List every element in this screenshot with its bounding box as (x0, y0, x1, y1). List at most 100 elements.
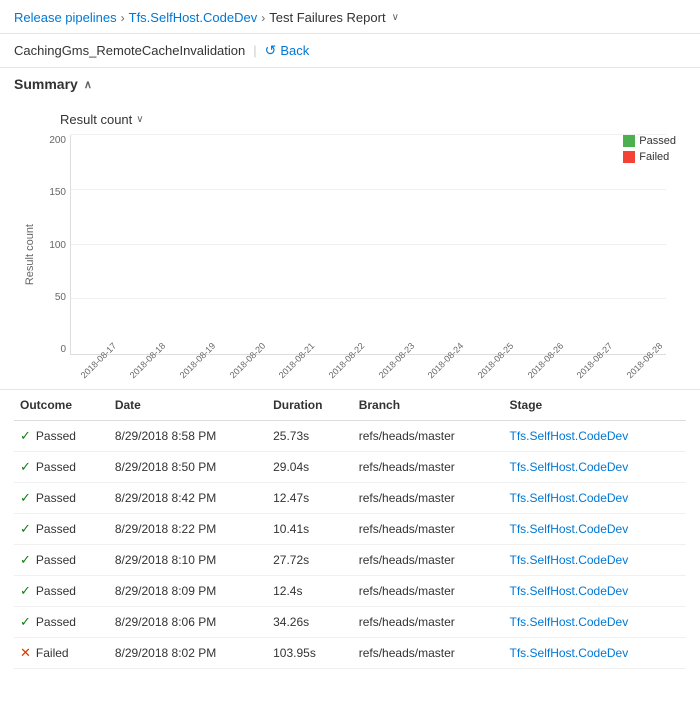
chart-container: Result count ∨ Result count Passed Faile… (14, 102, 686, 385)
cell-date-3: 8/29/2018 8:22 PM (109, 514, 267, 545)
chart-title-label: Result count (60, 112, 132, 127)
cell-outcome-4: ✓ Passed (14, 545, 109, 576)
cell-branch-3: refs/heads/master (353, 514, 504, 545)
chart-title-dropdown-icon[interactable]: ∨ (136, 114, 143, 125)
chart-wrapper: Result count Passed Failed 0 50 (24, 135, 676, 375)
col-branch: Branch (353, 390, 504, 421)
pass-icon: ✓ (20, 459, 31, 475)
chart-title[interactable]: Result count ∨ (60, 112, 676, 127)
top-bar: Release pipelines › Tfs.SelfHost.CodeDev… (0, 0, 700, 34)
chevron-up-icon: ∧ (84, 78, 92, 91)
cell-stage-6[interactable]: Tfs.SelfHost.CodeDev (504, 607, 686, 638)
y-tick-200: 200 (49, 135, 66, 146)
pass-icon: ✓ (20, 614, 31, 630)
cell-outcome-7: ✕ Failed (14, 638, 109, 669)
cell-outcome-3: ✓ Passed (14, 514, 109, 545)
cell-branch-6: refs/heads/master (353, 607, 504, 638)
cell-branch-0: refs/heads/master (353, 421, 504, 452)
table-row: ✓ Passed 8/29/2018 8:58 PM25.73srefs/heads… (14, 421, 686, 452)
cell-outcome-1: ✓ Passed (14, 452, 109, 483)
cell-branch-2: refs/heads/master (353, 483, 504, 514)
table-row: ✓ Passed 8/29/2018 8:22 PM10.41srefs/heads… (14, 514, 686, 545)
outcome-label-4: Passed (36, 553, 76, 567)
breadcrumb-part2[interactable]: Tfs.SelfHost.CodeDev (129, 10, 258, 25)
x-labels: 2018-08-172018-08-182018-08-192018-08-20… (70, 355, 666, 375)
cell-duration-4: 27.72s (267, 545, 353, 576)
cell-stage-5[interactable]: Tfs.SelfHost.CodeDev (504, 576, 686, 607)
table-row: ✓ Passed 8/29/2018 8:06 PM34.26srefs/heads… (14, 607, 686, 638)
table-row: ✓ Passed 8/29/2018 8:09 PM12.4srefs/heads/… (14, 576, 686, 607)
cell-outcome-2: ✓ Passed (14, 483, 109, 514)
summary-section: Summary ∧ Result count ∨ Result count Pa… (0, 68, 700, 390)
results-table: Outcome Date Duration Branch Stage ✓ Pass… (14, 390, 686, 669)
summary-label: Summary (14, 76, 78, 92)
col-date: Date (109, 390, 267, 421)
fail-icon: ✕ (20, 645, 31, 661)
table-header-row: Outcome Date Duration Branch Stage (14, 390, 686, 421)
y-tick-0: 0 (60, 344, 66, 355)
outcome-label-5: Passed (36, 584, 76, 598)
pass-icon: ✓ (20, 583, 31, 599)
cell-duration-5: 12.4s (267, 576, 353, 607)
cell-date-5: 8/29/2018 8:09 PM (109, 576, 267, 607)
pass-icon: ✓ (20, 552, 31, 568)
cell-outcome-0: ✓ Passed (14, 421, 109, 452)
cell-date-2: 8/29/2018 8:42 PM (109, 483, 267, 514)
y-tick-150: 150 (49, 187, 66, 198)
cell-duration-0: 25.73s (267, 421, 353, 452)
cell-branch-5: refs/heads/master (353, 576, 504, 607)
cell-duration-1: 29.04s (267, 452, 353, 483)
cell-duration-6: 34.26s (267, 607, 353, 638)
breadcrumb-dropdown-icon[interactable]: ∨ (392, 12, 399, 23)
outcome-label-1: Passed (36, 460, 76, 474)
bars-container (75, 135, 662, 354)
pass-icon: ✓ (20, 521, 31, 537)
pass-icon: ✓ (20, 490, 31, 506)
pipeline-name: CachingGms_RemoteCacheInvalidation (14, 43, 245, 58)
col-outcome: Outcome (14, 390, 109, 421)
outcome-label-0: Passed (36, 429, 76, 443)
breadcrumb-part3: Test Failures Report (269, 10, 385, 25)
y-tick-50: 50 (55, 292, 66, 303)
chart-inner: Passed Failed 0 50 100 150 200 (40, 135, 676, 375)
outcome-label-3: Passed (36, 522, 76, 536)
table-row: ✕Failed8/29/2018 8:02 PM103.95srefs/head… (14, 638, 686, 669)
back-button[interactable]: ↺ Back (265, 42, 310, 59)
cell-branch-4: refs/heads/master (353, 545, 504, 576)
outcome-label-6: Passed (36, 615, 76, 629)
cell-outcome-6: ✓ Passed (14, 607, 109, 638)
cell-stage-4[interactable]: Tfs.SelfHost.CodeDev (504, 545, 686, 576)
chart-plot (70, 135, 666, 355)
cell-duration-2: 12.47s (267, 483, 353, 514)
cell-date-6: 8/29/2018 8:06 PM (109, 607, 267, 638)
back-label: Back (280, 43, 309, 58)
breadcrumb: Release pipelines › Tfs.SelfHost.CodeDev… (14, 10, 399, 25)
cell-stage-1[interactable]: Tfs.SelfHost.CodeDev (504, 452, 686, 483)
cell-duration-3: 10.41s (267, 514, 353, 545)
sub-header: CachingGms_RemoteCacheInvalidation | ↺ B… (0, 34, 700, 68)
y-axis-label: Result count (24, 224, 36, 285)
cell-date-1: 8/29/2018 8:50 PM (109, 452, 267, 483)
cell-date-7: 8/29/2018 8:02 PM (109, 638, 267, 669)
cell-outcome-5: ✓ Passed (14, 576, 109, 607)
cell-stage-3[interactable]: Tfs.SelfHost.CodeDev (504, 514, 686, 545)
summary-header[interactable]: Summary ∧ (14, 76, 686, 92)
pass-icon: ✓ (20, 428, 31, 444)
breadcrumb-sep2: › (261, 11, 265, 25)
breadcrumb-sep1: › (121, 11, 125, 25)
back-icon: ↺ (265, 42, 277, 59)
col-duration: Duration (267, 390, 353, 421)
table-row: ✓ Passed 8/29/2018 8:42 PM12.47srefs/heads… (14, 483, 686, 514)
table-section: Outcome Date Duration Branch Stage ✓ Pass… (0, 390, 700, 669)
outcome-label-7: Failed (36, 646, 69, 660)
cell-stage-7[interactable]: Tfs.SelfHost.CodeDev (504, 638, 686, 669)
y-tick-100: 100 (49, 240, 66, 251)
table-row: ✓Passed8/29/2018 8:10 PM27.72srefs/heads… (14, 545, 686, 576)
cell-stage-2[interactable]: Tfs.SelfHost.CodeDev (504, 483, 686, 514)
y-axis: 0 50 100 150 200 (40, 135, 70, 355)
cell-date-0: 8/29/2018 8:58 PM (109, 421, 267, 452)
cell-branch-1: refs/heads/master (353, 452, 504, 483)
breadcrumb-part1[interactable]: Release pipelines (14, 10, 117, 25)
outcome-label-2: Passed (36, 491, 76, 505)
cell-stage-0[interactable]: Tfs.SelfHost.CodeDev (504, 421, 686, 452)
